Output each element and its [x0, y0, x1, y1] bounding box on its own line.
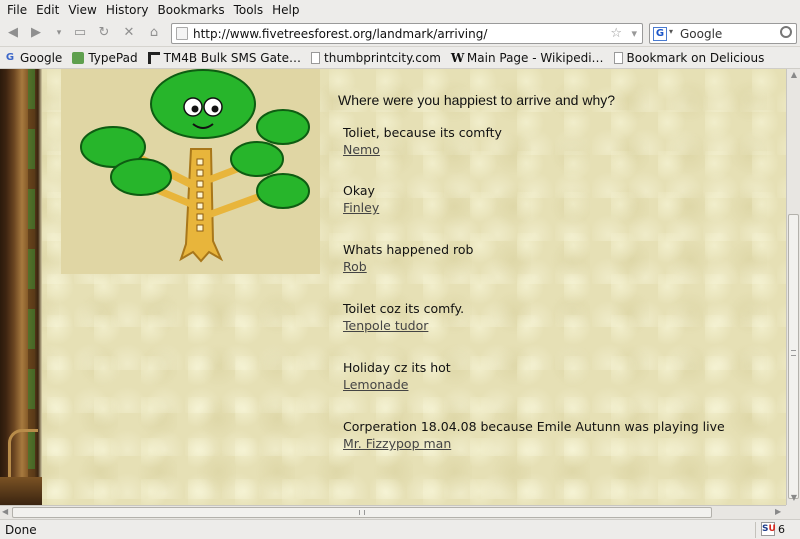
search-icon[interactable]	[780, 26, 792, 38]
bookmark-label: TypePad	[88, 50, 138, 65]
bookmark-star-icon[interactable]: ☆	[610, 26, 622, 41]
horizontal-scroll-thumb[interactable]	[12, 507, 712, 518]
comment-author-link[interactable]: Rob	[343, 259, 367, 274]
scroll-grip-icon	[359, 510, 365, 515]
search-bar[interactable]: G ▾ Google	[649, 23, 797, 44]
menu-tools[interactable]: Tools	[229, 3, 268, 17]
comment-message: Okay	[343, 183, 375, 198]
comment-author-link[interactable]: Nemo	[343, 142, 380, 157]
scroll-grip-icon	[791, 350, 796, 356]
status-count: 6	[778, 523, 785, 536]
bookmark-label: Main Page - Wikipedi…	[466, 50, 604, 65]
comment-entry: Toilet coz its comfy. Tenpole tudor	[343, 301, 464, 333]
comment-message: Toliet, because its comfty	[343, 125, 502, 140]
back-arrow-icon[interactable]: ◀	[4, 24, 22, 42]
tm4b-icon	[147, 51, 160, 64]
frame-bottom	[0, 477, 42, 505]
comment-author-link[interactable]: Mr. Fizzypop man	[343, 436, 451, 451]
scrollbar-corner	[786, 505, 800, 519]
comment-entry: Whats happened rob Rob	[343, 242, 473, 274]
comment-entry: Okay Finley	[343, 183, 379, 215]
bookmarks-toolbar: G Google TypePad TM4B Bulk SMS Gate… thu…	[0, 47, 800, 69]
google-icon: G	[5, 51, 15, 63]
google-engine-icon[interactable]: G	[653, 27, 667, 41]
scroll-up-icon[interactable]: ▲	[789, 70, 799, 79]
comment-entry: Corperation 18.04.08 because Emile Autun…	[343, 419, 725, 451]
scroll-left-icon[interactable]: ◀	[2, 507, 8, 516]
history-dropdown-icon[interactable]: ▾	[50, 24, 68, 42]
url-dropdown-icon[interactable]: ▾	[631, 27, 637, 40]
menu-bar: File Edit View History Bookmarks Tools H…	[0, 0, 800, 20]
bookmark-thumbprintcity[interactable]: thumbprintcity.com	[311, 51, 441, 65]
forward-arrow-icon[interactable]: ▶	[27, 24, 45, 42]
bookmark-label: Google	[20, 50, 63, 65]
site-identity-icon	[176, 27, 188, 40]
comment-entry: Toliet, because its comfty Nemo	[343, 125, 502, 157]
page-heading: Where were you happiest to arrive and wh…	[338, 92, 616, 108]
stumbleupon-icon[interactable]: SU	[761, 522, 776, 536]
menu-file[interactable]: File	[2, 3, 31, 17]
comment-author-link[interactable]: Tenpole tudor	[343, 318, 428, 333]
home-icon[interactable]: ⌂	[145, 24, 163, 42]
bookmark-label: thumbprintcity.com	[324, 50, 441, 65]
url-text[interactable]: http://www.fivetreesforest.org/landmark/…	[193, 27, 487, 41]
bookmark-label: TM4B Bulk SMS Gate…	[163, 50, 302, 65]
menu-history[interactable]: History	[101, 3, 153, 17]
comment-author-link[interactable]: Lemonade	[343, 377, 408, 392]
wikipedia-icon: W	[450, 50, 465, 65]
comments-section: Where were you happiest to arrive and wh…	[338, 92, 778, 451]
status-text: Done	[5, 523, 37, 537]
comment-message: Holiday cz its hot	[343, 360, 451, 375]
menu-view[interactable]: View	[63, 3, 100, 17]
address-bar[interactable]: http://www.fivetreesforest.org/landmark/…	[171, 23, 643, 44]
tree-illustration	[61, 69, 320, 274]
vertical-scroll-thumb[interactable]	[788, 214, 799, 499]
comment-message: Toilet coz its comfy.	[343, 301, 465, 316]
page-icon	[613, 51, 623, 64]
reload-icon[interactable]: ↻	[95, 24, 113, 42]
bookmark-wikipedia[interactable]: W Main Page - Wikipedi…	[451, 51, 604, 65]
comment-author-link[interactable]: Finley	[343, 200, 379, 215]
engine-dropdown-icon[interactable]: ▾	[669, 27, 673, 36]
status-bar: Done SU 6	[0, 519, 800, 539]
stop-icon[interactable]: ✕	[120, 24, 138, 42]
status-divider	[755, 522, 756, 538]
comment-message: Whats happened rob	[343, 242, 474, 257]
bookmark-typepad[interactable]: TypePad	[72, 50, 138, 65]
menu-help[interactable]: Help	[267, 3, 303, 17]
bookmark-google[interactable]: G Google	[4, 51, 62, 65]
menu-bookmarks[interactable]: Bookmarks	[153, 3, 229, 17]
vertical-scrollbar[interactable]: ▲ ▼	[786, 69, 800, 505]
horizontal-scrollbar[interactable]: ◀ ▶	[0, 505, 786, 519]
menu-edit[interactable]: Edit	[31, 3, 63, 17]
scroll-right-icon[interactable]: ▶	[775, 507, 781, 516]
bookmark-tm4b[interactable]: TM4B Bulk SMS Gate…	[147, 50, 302, 65]
cartoon-tree-image	[80, 69, 310, 263]
scroll-down-icon[interactable]: ▼	[789, 493, 799, 502]
page-icon	[311, 51, 321, 64]
search-input[interactable]: Google	[680, 27, 722, 41]
navigation-toolbar: ◀ ▶ ▾ ▭ ↻ ✕ ⌂ http://www.fivetreesforest…	[0, 20, 800, 47]
bookmark-delicious[interactable]: Bookmark on Delicious	[613, 50, 765, 65]
comment-entry: Holiday cz its hot Lemonade	[343, 360, 451, 392]
wooden-frame-border	[0, 69, 42, 505]
home-page-icon[interactable]: ▭	[71, 24, 89, 42]
comment-message: Corperation 18.04.08 because Emile Autun…	[343, 419, 725, 434]
bookmark-label: Bookmark on Delicious	[626, 50, 765, 65]
typepad-icon	[72, 51, 85, 64]
page-viewport: Where were you happiest to arrive and wh…	[0, 69, 786, 505]
